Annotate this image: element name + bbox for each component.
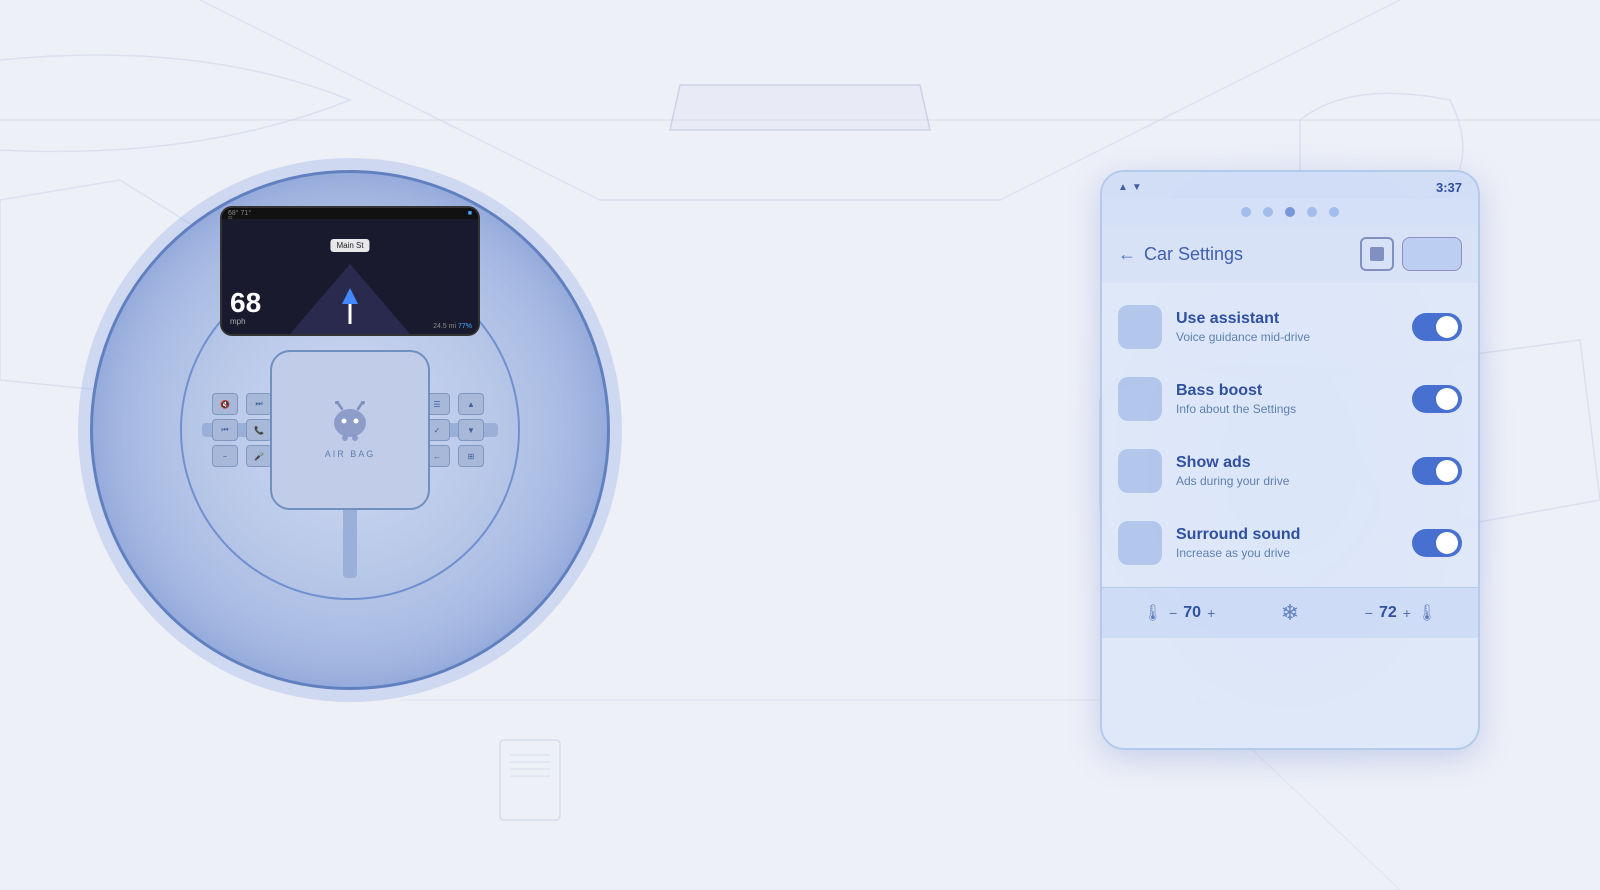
left-temp-minus[interactable]: − <box>1169 605 1177 621</box>
signal-icon: ▲ <box>1118 182 1128 193</box>
left-heat-icon: 🌡 <box>1143 603 1163 623</box>
surround-sound-toggle[interactable] <box>1412 529 1462 557</box>
bottom-temperature-bar: 🌡 − 70 + ❄ − 72 + 🌡 <box>1102 587 1478 638</box>
show-ads-title: Show ads <box>1176 454 1398 472</box>
show-ads-toggle-thumb <box>1436 460 1458 482</box>
app-header: ← Car Settings <box>1102 225 1478 283</box>
action-button[interactable] <box>1402 237 1462 271</box>
road-center-line <box>349 304 352 324</box>
nav-info: 24.5 mi 77% <box>433 323 472 330</box>
bass-boost-text: Bass boost Info about the Settings <box>1176 382 1398 416</box>
mute-btn[interactable]: 🔇 <box>212 393 238 415</box>
use-assistant-icon <box>1118 305 1162 349</box>
status-time: 3:37 <box>1436 180 1462 195</box>
nav-dot-2[interactable] <box>1263 207 1273 217</box>
minus-btn[interactable]: − <box>212 445 238 467</box>
use-assistant-toggle[interactable] <box>1412 313 1462 341</box>
right-button-cluster: ☰ ▲ ✓ ▼ ← ⊞ <box>424 393 488 467</box>
show-ads-toggle[interactable] <box>1412 457 1462 485</box>
skip-forward-btn[interactable]: ⏭ <box>246 393 272 415</box>
android-logo <box>325 401 375 441</box>
mic-btn[interactable]: 🎤 <box>246 445 272 467</box>
surround-sound-toggle-thumb <box>1436 532 1458 554</box>
right-temp-value: 72 <box>1379 604 1397 622</box>
phone-status-bar: ▲ ▼ 3:37 <box>1102 172 1478 199</box>
nav-map-display: Main St 68 mph 24.5 mi 77% <box>222 219 478 334</box>
use-assistant-text: Use assistant Voice guidance mid-drive <box>1176 310 1398 344</box>
setting-item-bass-boost: Bass boost Info about the Settings <box>1102 363 1478 435</box>
skip-back-btn[interactable]: ⏮ <box>212 419 238 441</box>
left-temp-value: 70 <box>1183 604 1201 622</box>
wifi-icon: ▼ <box>1132 182 1142 193</box>
speed-value: 68 <box>230 289 261 317</box>
show-ads-icon <box>1118 449 1162 493</box>
bass-boost-toggle-thumb <box>1436 388 1458 410</box>
header-left: ← Car Settings <box>1118 244 1243 265</box>
setting-item-show-ads: Show ads Ads during your drive <box>1102 435 1478 507</box>
phone-btn[interactable]: 📞 <box>246 419 272 441</box>
phone-ui-panel: ▲ ▼ 3:37 ← Car Settings Use assista <box>1100 170 1480 750</box>
use-assistant-title: Use assistant <box>1176 310 1398 328</box>
phone-display: P R N D 68° 71° ■ Main St 68 mph <box>220 206 480 336</box>
header-title: Car Settings <box>1144 244 1243 265</box>
extra-btn[interactable]: ⊞ <box>458 445 484 467</box>
stop-button[interactable] <box>1360 237 1394 271</box>
nav-dot-1[interactable] <box>1241 207 1251 217</box>
down-btn[interactable]: ▼ <box>458 419 484 441</box>
stop-icon <box>1370 247 1384 261</box>
right-heat-icon: 🌡 <box>1417 603 1437 623</box>
surround-sound-desc: Increase as you drive <box>1176 546 1398 560</box>
bass-boost-toggle[interactable] <box>1412 385 1462 413</box>
street-label: Main St <box>330 239 369 252</box>
left-temp-control: 🌡 − 70 + <box>1143 603 1215 623</box>
left-button-cluster: 🔇 ⏭ ⏮ 📞 − 🎤 <box>212 393 276 467</box>
status-icons: ▲ ▼ <box>1118 182 1142 193</box>
header-right <box>1360 237 1462 271</box>
right-temp-control: − 72 + 🌡 <box>1365 603 1437 623</box>
steering-center: AIR BAG <box>270 350 430 510</box>
surround-sound-icon <box>1118 521 1162 565</box>
bass-boost-desc: Info about the Settings <box>1176 402 1398 416</box>
bass-boost-icon <box>1118 377 1162 421</box>
show-ads-text: Show ads Ads during your drive <box>1176 454 1398 488</box>
settings-list: Use assistant Voice guidance mid-drive B… <box>1102 283 1478 587</box>
phone-top-bar: P R N D 68° 71° ■ <box>222 208 478 219</box>
right-temp-plus[interactable]: + <box>1403 605 1411 621</box>
use-assistant-toggle-thumb <box>1436 316 1458 338</box>
surround-sound-text: Surround sound Increase as you drive <box>1176 526 1398 560</box>
battery-indicator: ■ <box>468 210 472 217</box>
nav-dot-5[interactable] <box>1329 207 1339 217</box>
airbag-label: AIR BAG <box>325 449 376 459</box>
use-assistant-desc: Voice guidance mid-drive <box>1176 330 1398 344</box>
up-btn[interactable]: ▲ <box>458 393 484 415</box>
setting-item-use-assistant: Use assistant Voice guidance mid-drive <box>1102 291 1478 363</box>
surround-sound-title: Surround sound <box>1176 526 1398 544</box>
speed-unit: mph <box>230 317 261 326</box>
nav-car-indicator <box>342 288 358 304</box>
nav-dot-3-active[interactable] <box>1285 207 1295 217</box>
back-button[interactable]: ← <box>1118 244 1136 265</box>
right-temp-minus[interactable]: − <box>1365 605 1373 621</box>
speed-display: 68 mph <box>230 289 261 326</box>
setting-item-surround-sound: Surround sound Increase as you drive <box>1102 507 1478 579</box>
steering-wheel-section: 🔇 ⏭ ⏮ 📞 − 🎤 ☰ ▲ ✓ ▼ ← ⊞ <box>60 80 640 780</box>
spoke-bottom <box>343 498 357 578</box>
fan-icon: ❄ <box>1281 600 1299 626</box>
left-temp-plus[interactable]: + <box>1207 605 1215 621</box>
phone-screen: P R N D 68° 71° ■ Main St 68 mph <box>222 208 478 334</box>
show-ads-desc: Ads during your drive <box>1176 474 1398 488</box>
bass-boost-title: Bass boost <box>1176 382 1398 400</box>
nav-dot-4[interactable] <box>1307 207 1317 217</box>
phone-nav-dots <box>1102 199 1478 225</box>
